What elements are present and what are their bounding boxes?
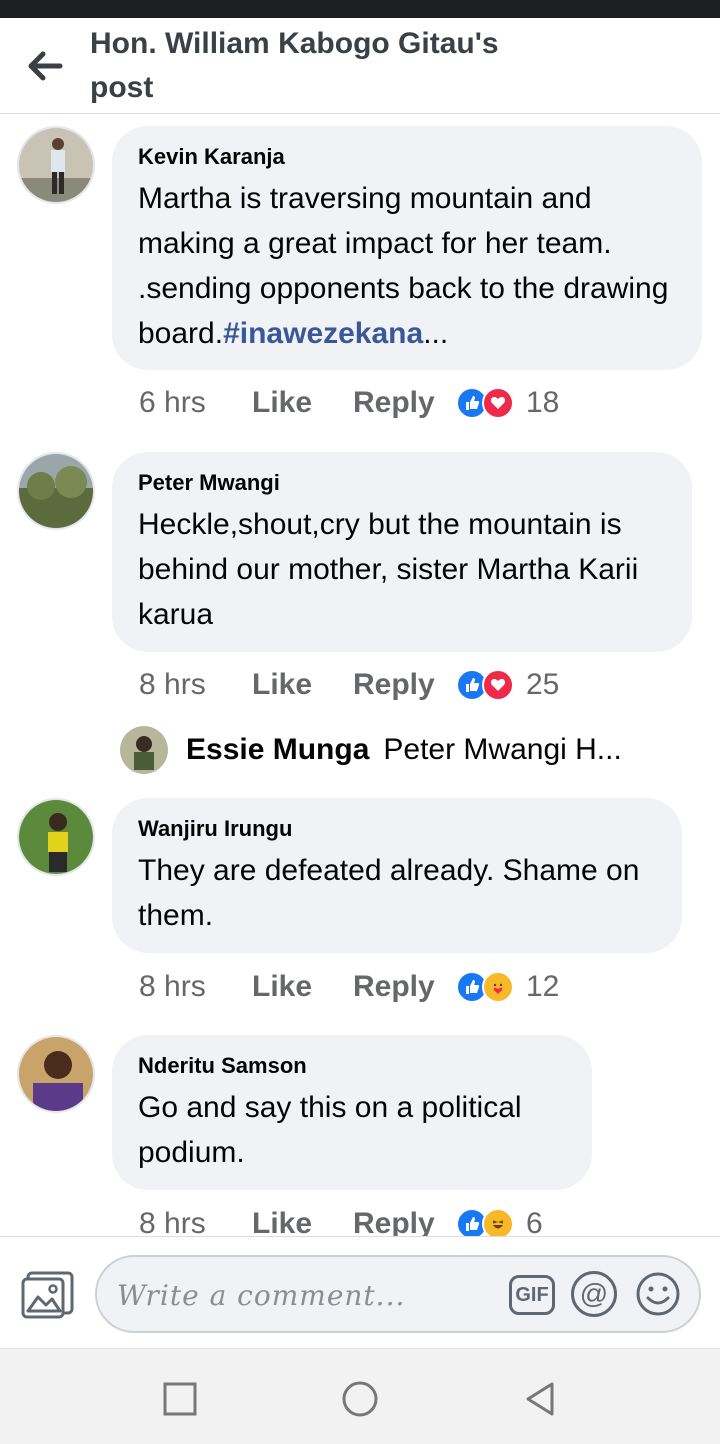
comment-author[interactable]: Nderitu Samson: [138, 1053, 566, 1079]
home-button[interactable]: [340, 1379, 380, 1419]
like-button[interactable]: Like: [252, 1207, 353, 1236]
back-button[interactable]: [0, 18, 90, 114]
mention-button[interactable]: @: [571, 1271, 617, 1317]
reactions[interactable]: [456, 387, 514, 419]
post-header: Hon. William Kabogo Gitau's post: [0, 18, 720, 114]
comment-bubble[interactable]: Kevin Karanja Martha is traversing mount…: [112, 126, 702, 370]
comments-list[interactable]: Kevin Karanja Martha is traversing mount…: [0, 114, 720, 1236]
system-nav-bar: [0, 1348, 720, 1444]
comment-bubble[interactable]: Peter Mwangi Heckle,shout,cry but the mo…: [112, 452, 692, 652]
avatar[interactable]: [120, 726, 168, 774]
reactions[interactable]: [456, 669, 514, 701]
comment-text: Heckle,shout,cry but the mountain is beh…: [138, 508, 639, 631]
comment-text: They are defeated already. Shame on them…: [138, 854, 640, 932]
reply-button[interactable]: Reply: [353, 668, 456, 702]
comment-author[interactable]: Peter Mwangi: [138, 470, 666, 496]
comment-time: 8 hrs: [139, 668, 206, 701]
love-reaction-icon: [482, 387, 514, 419]
love-reaction-icon: [482, 669, 514, 701]
reaction-count[interactable]: 6: [526, 1207, 543, 1236]
reply-author[interactable]: Essie Munga: [186, 733, 369, 767]
circle-icon: [342, 1381, 378, 1417]
comment-bubble[interactable]: Wanjiru Irungu They are defeated already…: [112, 798, 682, 953]
comment-actions: 6 hrs Like Reply 18: [139, 386, 559, 420]
reaction-count[interactable]: 18: [526, 386, 559, 420]
comment-author[interactable]: Wanjiru Irungu: [138, 816, 656, 842]
comment-time: 8 hrs: [139, 970, 206, 1003]
avatar[interactable]: [17, 452, 95, 530]
haha-reaction-icon: [482, 1208, 514, 1236]
like-button[interactable]: Like: [252, 668, 353, 702]
comment-placeholder: Write a comment...: [117, 1279, 406, 1312]
reply-button[interactable]: Reply: [353, 970, 456, 1004]
reply-text: Peter Mwangi H...: [383, 733, 622, 766]
comment-actions: 8 hrs Like Reply 6: [139, 1207, 543, 1236]
see-more-ellipsis[interactable]: ...: [423, 317, 448, 350]
comment-text: Martha is traversing mountain and making…: [138, 176, 676, 356]
like-button[interactable]: Like: [252, 386, 353, 420]
comment-actions: 8 hrs Like Reply 25: [139, 668, 559, 702]
status-bar: [0, 0, 720, 18]
recents-button[interactable]: [160, 1379, 200, 1419]
avatar[interactable]: [17, 126, 95, 204]
comment-time: 8 hrs: [139, 1207, 206, 1236]
comment-bubble[interactable]: Nderitu Samson Go and say this on a poli…: [112, 1035, 592, 1190]
care-reaction-icon: [482, 971, 514, 1003]
comment-composer: Write a comment... GIF @: [0, 1236, 720, 1348]
triangle-back-icon: [526, 1382, 554, 1416]
reaction-count[interactable]: 25: [526, 668, 559, 702]
avatar[interactable]: [17, 798, 95, 876]
comment-text: Go and say this on a political podium.: [138, 1091, 522, 1169]
avatar[interactable]: [17, 1035, 95, 1113]
hashtag-link[interactable]: #inawezekana: [223, 317, 423, 350]
gif-button[interactable]: GIF: [509, 1275, 555, 1315]
smiley-icon: [636, 1272, 680, 1316]
comment-input[interactable]: Write a comment... GIF @: [95, 1255, 701, 1333]
photo-icon: [21, 1271, 74, 1319]
reply-button[interactable]: Reply: [353, 1207, 456, 1236]
arrow-left-icon: [28, 51, 63, 81]
like-button[interactable]: Like: [252, 970, 353, 1004]
reaction-count[interactable]: 12: [526, 970, 559, 1004]
comment-time: 6 hrs: [139, 386, 206, 419]
emoji-button[interactable]: [635, 1271, 681, 1317]
reply-button[interactable]: Reply: [353, 386, 456, 420]
reactions[interactable]: [456, 1208, 514, 1236]
reply-preview[interactable]: Essie Munga Peter Mwangi H...: [120, 726, 622, 774]
back-nav-button[interactable]: [520, 1379, 560, 1419]
comment-author[interactable]: Kevin Karanja: [138, 144, 676, 170]
square-icon: [163, 1382, 197, 1416]
comment-actions: 8 hrs Like Reply 12: [139, 970, 559, 1004]
reactions[interactable]: [456, 971, 514, 1003]
photo-button[interactable]: [20, 1269, 76, 1321]
page-title: Hon. William Kabogo Gitau's post: [90, 27, 499, 104]
